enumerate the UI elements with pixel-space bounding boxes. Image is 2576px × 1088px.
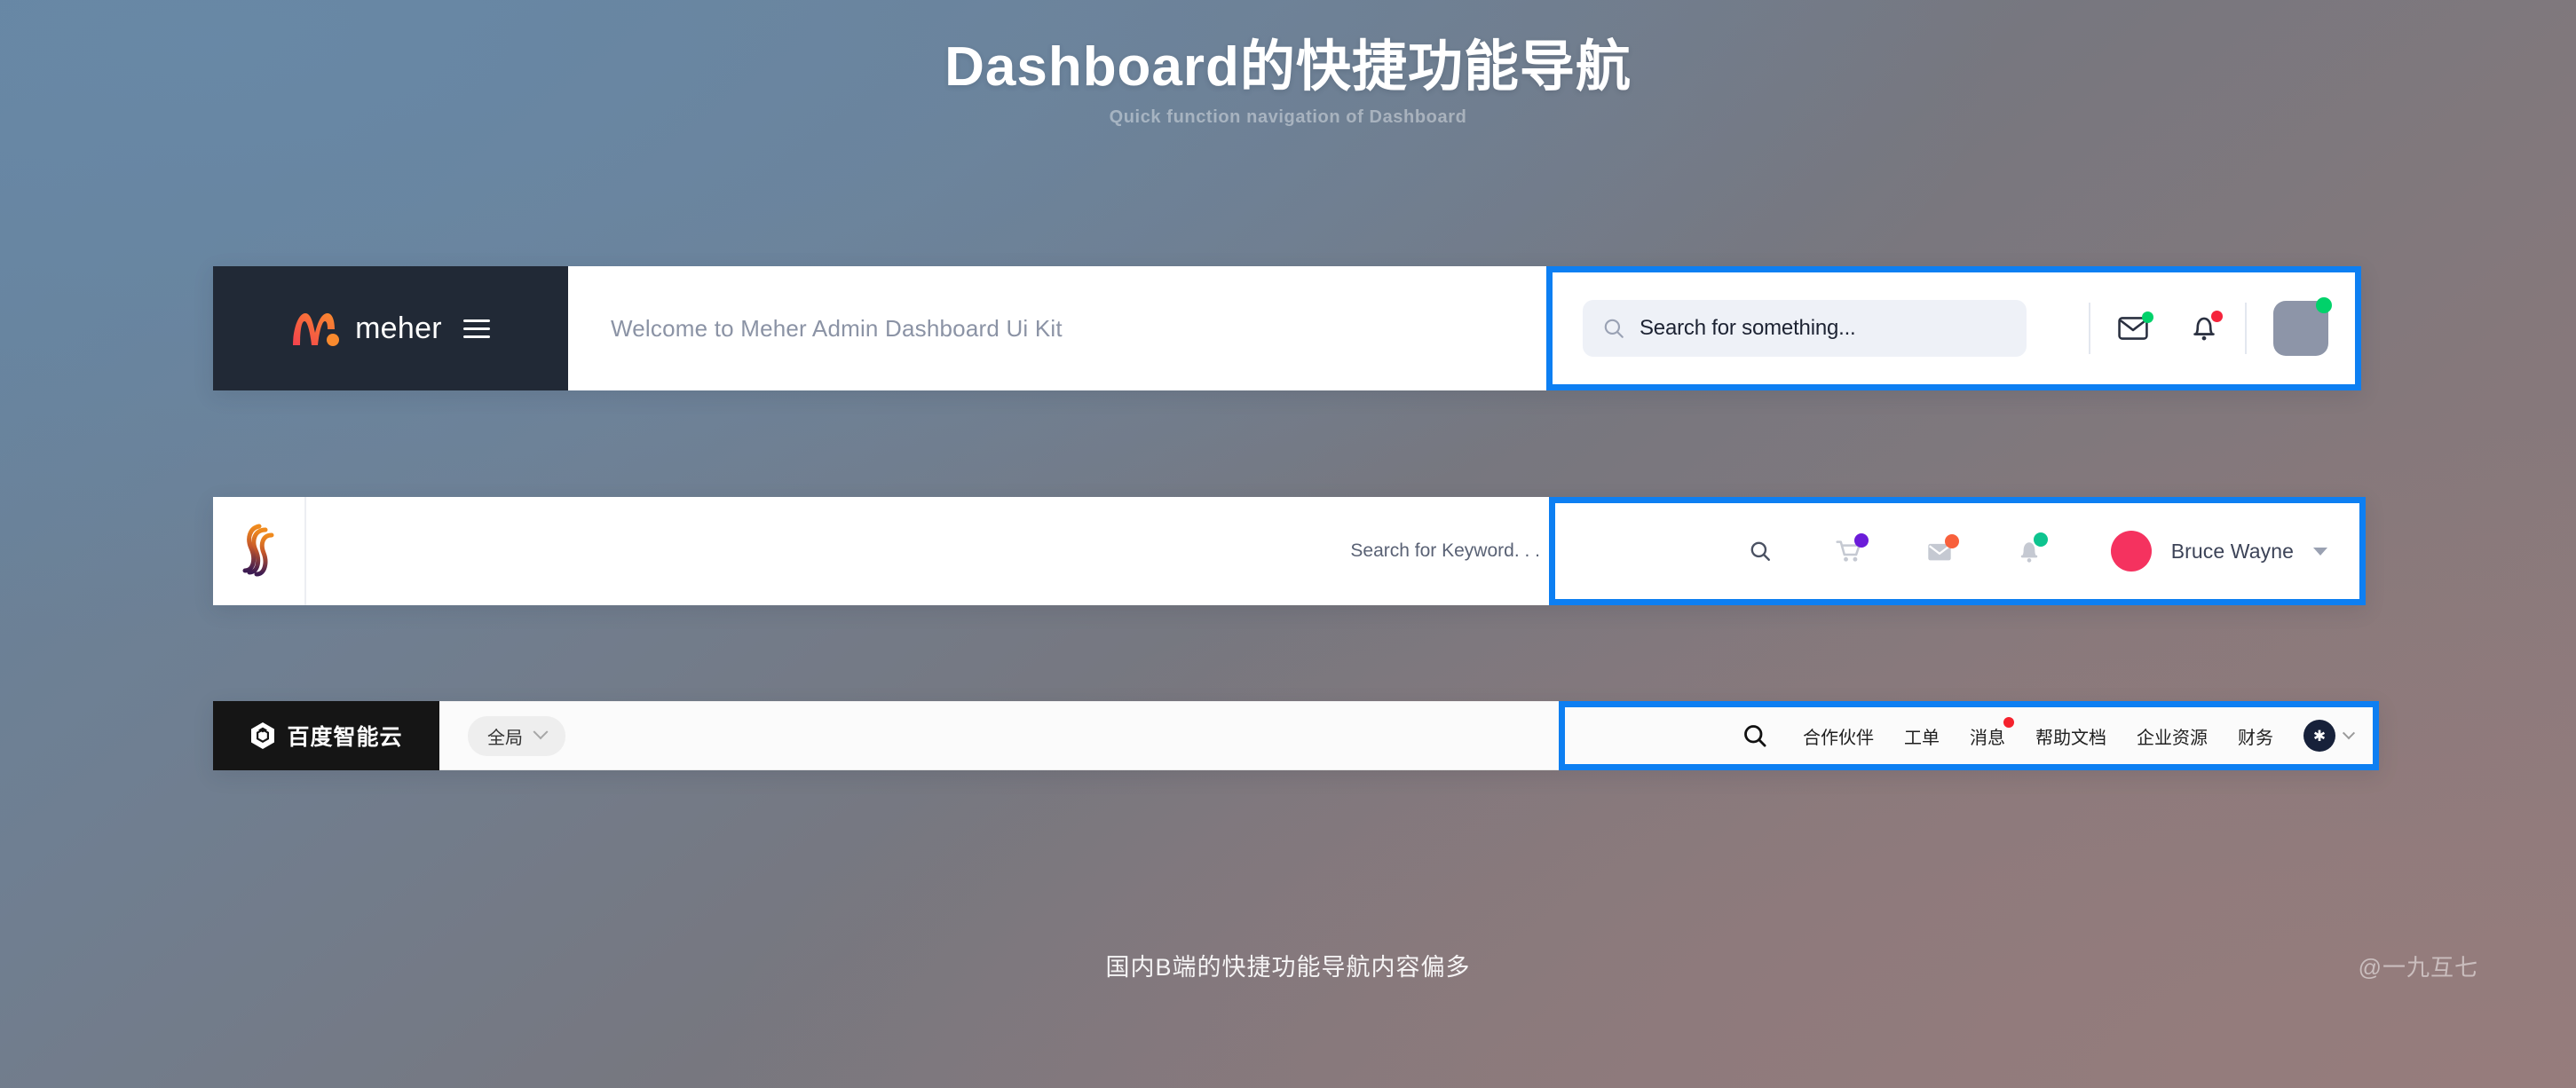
nav3-menu: 合作伙伴 工单 消息 帮助文档 企业资源 财务 ✱ [1742,716,2356,752]
nav3-brand-name: 百度智能云 [287,725,403,750]
navbar-bruce-wayne: Search for Keyword. . . Bruce Wayne [213,497,2366,605]
mail-icon[interactable] [2117,311,2153,343]
nav1-welcome-zone: Welcome to Meher Admin Dashboard Ui Kit [568,266,1546,390]
nav3-item-enterprise-resources[interactable]: 企业资源 [2137,723,2208,749]
meher-m-logo [293,313,340,346]
mail-count-badge [1944,534,1959,548]
watermark: @一九互七 [2358,954,2478,981]
avatar [2110,531,2152,572]
nav3-scope-zone: 全局 [439,701,1559,770]
message-unread-badge [2003,716,2014,728]
nav1-brand[interactable]: meher [213,266,568,390]
search-icon[interactable] [1749,540,1772,563]
bell-icon[interactable] [2190,311,2223,343]
navbar-baidu-cloud: 百度智能云 全局 合作伙伴 工单 消息 帮助文档 企业资源 财务 ✱ [213,701,2379,770]
search-icon [1604,319,1624,338]
divider [2245,303,2247,354]
nav3-item-partners[interactable]: 合作伙伴 [1803,723,1874,749]
page-title: Dashboard的快捷功能导航 [944,36,1632,98]
nav2-brand[interactable] [213,497,306,605]
page-subtitle: Quick function navigation of Dashboard [1109,107,1467,128]
nav3-item-messages[interactable]: 消息 [1970,716,2014,749]
divider [2089,303,2090,354]
avatar: ✱ [2303,720,2335,752]
nav2-quick-actions-highlight: Bruce Wayne [1549,497,2366,605]
nav1-action-icons [2062,297,2332,356]
avatar[interactable] [2273,297,2332,356]
search-placeholder: Search for something... [1640,316,1856,340]
scope-label: 全局 [487,728,523,748]
mail-icon[interactable] [1926,534,1959,563]
nav2-action-icons [1749,532,2048,564]
notification-count-badge [2033,532,2048,547]
user-menu[interactable]: Bruce Wayne [2110,531,2327,572]
nav2-search-zone: Search for Keyword. . . [306,497,1549,605]
nav3-quick-actions-highlight: 合作伙伴 工单 消息 帮助文档 企业资源 财务 ✱ [1559,701,2379,770]
notification-unread-badge [2211,311,2223,322]
user-name: Bruce Wayne [2170,539,2294,563]
welcome-message: Welcome to Meher Admin Dashboard Ui Kit [611,314,1063,342]
baidu-cube-icon [251,722,275,749]
chevron-down-icon [2342,727,2356,740]
cart-count-badge [1853,533,1869,548]
search-keyword-text[interactable]: Search for Keyword. . . [1350,540,1540,562]
chevron-down-icon [533,724,549,740]
navbar-meher: meher Welcome to Meher Admin Dashboard U… [213,266,2361,390]
hamburger-menu-icon[interactable] [462,319,490,338]
mail-unread-badge [2142,311,2153,323]
nav3-brand[interactable]: 百度智能云 [213,701,439,770]
caret-down-icon [2313,547,2327,556]
scope-selector[interactable]: 全局 [468,715,565,756]
footer-caption: 国内B端的快捷功能导航内容偏多 [1105,954,1471,981]
search-input[interactable]: Search for something... [1583,300,2027,357]
shopping-cart-icon[interactable] [1836,533,1869,564]
nav1-quick-actions-highlight: Search for something... [1546,266,2361,390]
nav3-item-tickets[interactable]: 工单 [1904,723,1940,749]
nav3-item-help-docs[interactable]: 帮助文档 [2035,723,2106,749]
nav3-item-finance[interactable]: 财务 [2238,723,2273,749]
nav3-user-menu[interactable]: ✱ [2303,720,2356,752]
search-icon[interactable] [1742,723,1767,748]
nav1-brand-name: meher [355,311,442,345]
serif-s-logo [242,524,273,577]
bell-icon[interactable] [2017,532,2048,564]
online-status-badge [2316,297,2332,313]
page-header: Dashboard的快捷功能导航 Quick function navigati… [0,35,2576,128]
